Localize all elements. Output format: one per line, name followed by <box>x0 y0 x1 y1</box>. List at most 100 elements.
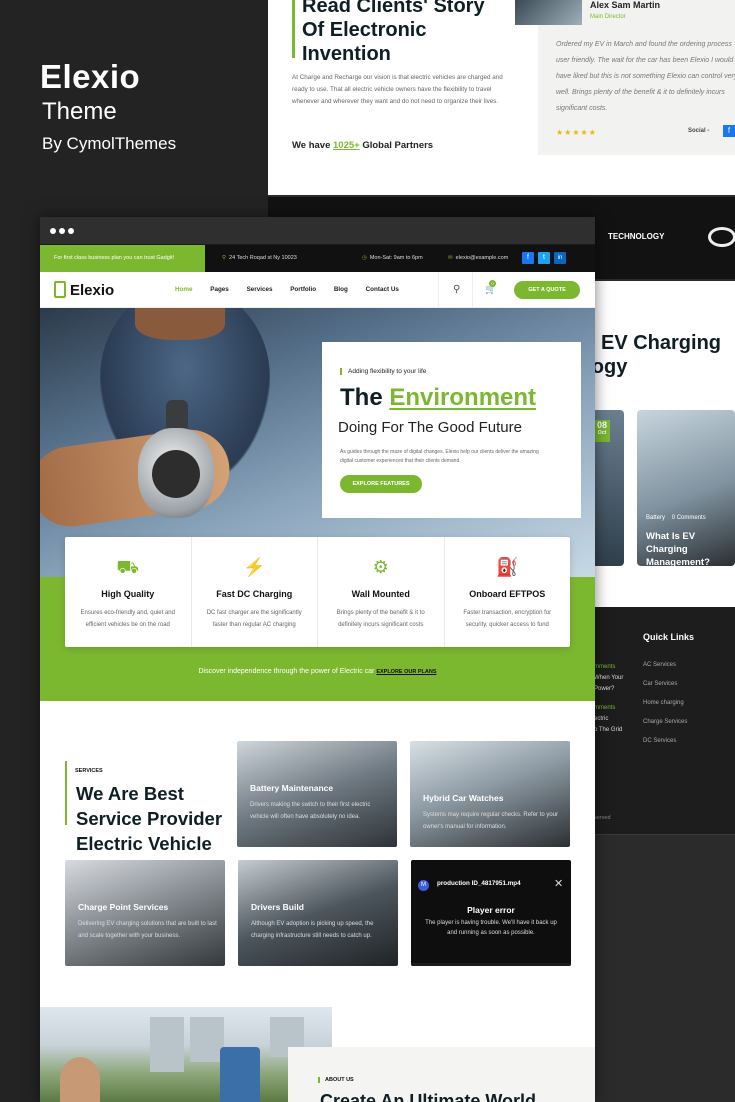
hero-card: Adding flexibility to your life The Envi… <box>322 342 581 518</box>
feature-desc: DC fast charger are the significantly fa… <box>206 610 302 628</box>
feature-item: ⚙ Wall Mounted Brings plenty of the bene… <box>318 537 445 647</box>
feature-title: Onboard EFTPOS <box>469 589 546 599</box>
discover-line: Discover independence through the power … <box>40 668 595 675</box>
blog-date-badge: 08 Oct <box>594 420 610 442</box>
browser-chrome <box>40 217 595 245</box>
service-title[interactable]: Hybrid Car Watches <box>423 793 503 803</box>
promo-text: For first class business plan you can tr… <box>40 245 205 272</box>
blog-heading: EV Charging <box>601 332 722 354</box>
quick-link[interactable]: Home charging <box>643 700 687 706</box>
service-title[interactable]: Drivers Build <box>251 902 304 912</box>
hero-tagline: Adding flexibility to your life <box>340 368 426 375</box>
service-tile[interactable]: Hybrid Car Watches Systems may require r… <box>410 741 570 847</box>
service-tile[interactable]: Charge Point Services Delivering EV char… <box>65 860 225 966</box>
main-nav: Elexio Home Pages Services Portfolio Blo… <box>40 272 595 308</box>
address-text: 24 Tech Roqad st Ny 10023 <box>229 255 297 261</box>
nav-item-home[interactable]: Home <box>175 286 193 293</box>
services-heading: We Are Best Service Provider Electric Ve… <box>76 783 223 854</box>
partners-count[interactable]: 1025+ <box>333 140 360 151</box>
window-dot-icon <box>50 228 56 234</box>
charging-kiosk-image <box>220 1047 260 1102</box>
site-logo[interactable]: Elexio <box>54 281 114 299</box>
blog-date-month: Oct <box>597 430 607 436</box>
footer-frag: Power? <box>594 686 615 692</box>
partners-prefix: We have <box>292 140 331 151</box>
window-dot-icon <box>68 228 74 234</box>
story-text: At Charge and Recharge our vision is tha… <box>292 74 503 105</box>
car-quality-icon: ⛟ <box>116 557 140 577</box>
get-quote-button[interactable]: GET A QUOTE <box>514 281 580 299</box>
partners-suffix: Global Partners <box>362 140 434 151</box>
feature-item: ⚡ Fast DC Charging DC fast charger are t… <box>192 537 318 647</box>
about-section: ABOUT US Create An Ultimate World <box>40 1007 595 1102</box>
social-label: Social - <box>688 128 710 134</box>
mail-icon: ✉ <box>448 255 453 261</box>
email-info[interactable]: ✉ elexio@example.com <box>448 255 508 261</box>
footer-frag: mments <box>594 705 616 711</box>
blog-date-day: 08 <box>596 420 607 430</box>
facebook-icon[interactable]: f <box>723 125 735 137</box>
linkedin-icon[interactable]: in <box>554 252 566 264</box>
features-card: ⛟ High Quality Ensures eco-friendly and,… <box>65 537 570 647</box>
blog-title[interactable]: What Is EV Charging Management? <box>646 530 735 569</box>
service-title[interactable]: Charge Point Services <box>78 902 168 912</box>
nav-item-pages[interactable]: Pages <box>210 286 229 293</box>
testimonial-name: Alex Sam Martin <box>590 0 661 10</box>
testimonial-card: Alex Sam Martin Main Director Ordered my… <box>515 0 735 155</box>
service-desc: Drivers making the switch to their first… <box>250 802 371 820</box>
story-section: Read Clients' Story Of Electronic Invent… <box>268 0 735 195</box>
hours-info: ◷ Mon-Sat: 9am to 6pm <box>362 255 423 261</box>
footer-preview: mments When Your Power? mments ectric p … <box>594 607 735 835</box>
blog-card[interactable]: Battery 0 Comments What Is EV Charging M… <box>637 410 735 569</box>
rating-stars: ★★★★★ <box>556 128 597 137</box>
brand-name: Elexio <box>40 58 141 95</box>
hero-plug-socket <box>152 450 200 498</box>
cart-icon[interactable]: 🛒 0 <box>485 280 496 295</box>
wall-charger-icon: ⚙ <box>372 557 389 577</box>
services-label: SERVICES <box>75 768 103 774</box>
browser-window: For first class business plan you can tr… <box>40 217 595 1102</box>
story-title: Read Clients' Story Of Electronic Invent… <box>302 0 485 66</box>
footer-divider <box>594 834 735 835</box>
hero-title: The Environment <box>340 384 536 412</box>
nav-divider <box>438 272 439 308</box>
search-icon[interactable]: ⚲ <box>453 284 460 295</box>
quick-links-list: AC Services Car Services Home charging C… <box>643 662 687 757</box>
window-dot-icon <box>59 228 65 234</box>
twitter-icon[interactable]: t <box>538 252 550 264</box>
nav-item-blog[interactable]: Blog <box>334 286 348 293</box>
blog-comments: 0 Comments <box>671 515 706 521</box>
nav-item-portfolio[interactable]: Portfolio <box>290 286 316 293</box>
nav-item-services[interactable]: Services <box>247 286 273 293</box>
services-accent-bar <box>65 761 67 825</box>
nav-menu: Home Pages Services Portfolio Blog Conta… <box>175 286 415 293</box>
video-control-bar[interactable] <box>411 963 571 966</box>
service-title[interactable]: Battery Maintenance <box>250 783 333 793</box>
nav-item-contact[interactable]: Contact Us <box>366 286 399 293</box>
quick-link[interactable]: DC Services <box>643 738 687 744</box>
building-shape <box>190 1017 224 1062</box>
cart-count-badge: 0 <box>489 280 496 287</box>
location-pin-icon: ⚲ <box>222 255 227 261</box>
email-text[interactable]: elexio@example.com <box>456 255 509 261</box>
quick-link[interactable]: Charge Services <box>643 719 687 725</box>
service-tile[interactable]: Drivers Build Although EV adoption is pi… <box>238 860 398 966</box>
explore-features-button[interactable]: EXPLORE FEATURES <box>340 475 422 493</box>
address-info: ⚲ 24 Tech Roqad st Ny 10023 <box>222 255 297 261</box>
quick-links-title: Quick Links <box>643 632 695 642</box>
close-icon[interactable]: ✕ <box>554 877 563 890</box>
partners-line: We have 1025+ Global Partners <box>292 140 433 151</box>
hero-title-highlight: Environment <box>389 384 537 411</box>
quick-link[interactable]: AC Services <box>643 662 687 668</box>
service-desc: Systems may require regular checks. Refe… <box>423 812 559 830</box>
blog-category: Battery <box>646 515 666 521</box>
facebook-icon[interactable]: f <box>522 252 534 264</box>
feature-item: ⛟ High Quality Ensures eco-friendly and,… <box>65 537 192 647</box>
hours-text: Mon-Sat: 9am to 6pm <box>369 255 423 261</box>
explore-plans-link[interactable]: EXPLORE OUR PLANS <box>376 669 436 675</box>
video-player[interactable]: M production ID_4817951.mp4 ✕ Player err… <box>411 860 571 966</box>
quick-link[interactable]: Car Services <box>643 681 687 687</box>
service-tile[interactable]: Battery Maintenance Drivers making the s… <box>237 741 397 847</box>
copyright-fragment: served <box>594 815 611 821</box>
person-image <box>60 1057 100 1102</box>
